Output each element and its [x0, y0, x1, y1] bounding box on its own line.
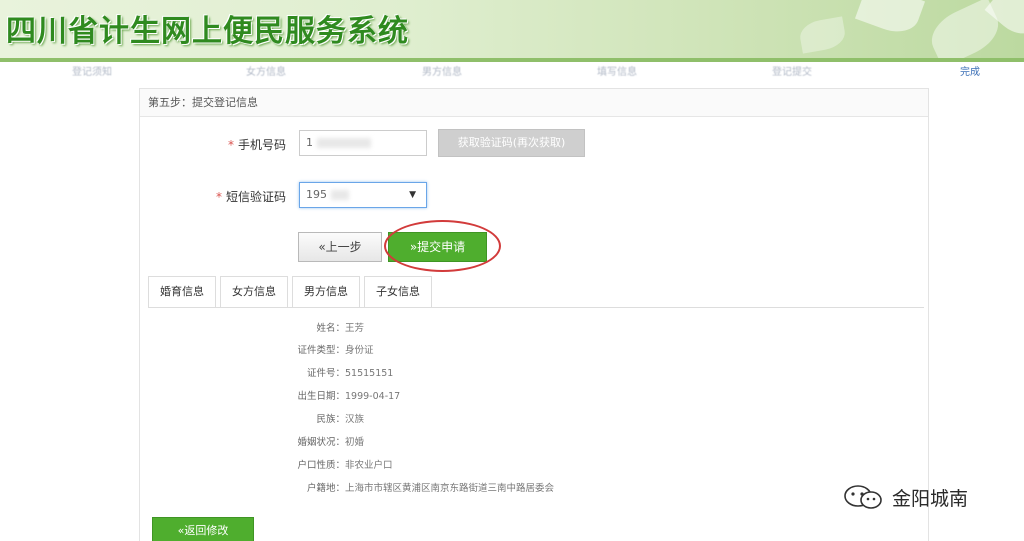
- step-6: 完成: [960, 67, 980, 78]
- phone-label: * 手机号码: [228, 138, 287, 152]
- tab-marriage[interactable]: 婚育信息: [148, 276, 216, 308]
- step-2: 女方信息: [246, 67, 286, 78]
- info-row: 证件类型：身份证: [297, 345, 374, 356]
- step-4: 填写信息: [597, 67, 637, 78]
- info-row: 姓名：王芳: [316, 323, 365, 334]
- wechat-watermark: 金阳城南: [842, 484, 1012, 510]
- info-row: 出生日期：1999-04-17: [297, 391, 401, 402]
- tab-female[interactable]: 女方信息: [220, 276, 288, 308]
- step-5: 登记提交: [772, 67, 812, 78]
- info-row: 婚姻状况：初婚: [297, 437, 365, 448]
- get-code-button[interactable]: 获取验证码(再次获取): [438, 129, 585, 157]
- step-3: 男方信息: [422, 67, 462, 78]
- site-banner: 四川省计生网上便民服务系统: [0, 0, 1024, 58]
- info-row: 证件号：51515151: [306, 368, 394, 379]
- step-nav: 登记须知 女方信息 男方信息 填写信息 登记提交 完成: [0, 62, 1024, 80]
- main-panel: 第五步：提交登记信息 * 手机号码 1 获取验证码(再次获取) * 短信验证码 19…: [139, 88, 929, 541]
- sms-code-input[interactable]: 195 ▼: [299, 182, 427, 208]
- chevron-down-icon: ▼: [409, 190, 416, 200]
- tabs-divider: [148, 307, 924, 308]
- phone-input[interactable]: 1: [299, 130, 427, 156]
- back-to-edit-button[interactable]: «返回修改: [152, 517, 254, 541]
- tab-children[interactable]: 子女信息: [364, 276, 432, 308]
- info-row: 民族：汉族: [316, 414, 365, 425]
- leaf-decoration: [797, 16, 848, 54]
- required-mark: *: [216, 190, 222, 204]
- leaf-decoration: [854, 0, 926, 40]
- site-title: 四川省计生网上便民服务系统: [6, 14, 409, 49]
- prev-step-button[interactable]: «上一步: [298, 232, 382, 262]
- info-row: 户籍地：上海市市辖区黄浦区南京东路街道三南中路居委会: [306, 483, 555, 494]
- step-1: 登记须知: [72, 67, 112, 78]
- required-mark: *: [228, 138, 234, 152]
- redacted-blur: [317, 138, 371, 148]
- watermark-text: 金阳城南: [892, 488, 969, 510]
- highlight-circle: [384, 220, 501, 272]
- redacted-blur: [331, 190, 349, 200]
- wechat-icon: [844, 485, 882, 509]
- panel-heading: 第五步：提交登记信息: [140, 89, 928, 117]
- tab-male[interactable]: 男方信息: [292, 276, 360, 308]
- sms-label: * 短信验证码: [216, 190, 287, 204]
- info-row: 户口性质：非农业户口: [297, 460, 393, 471]
